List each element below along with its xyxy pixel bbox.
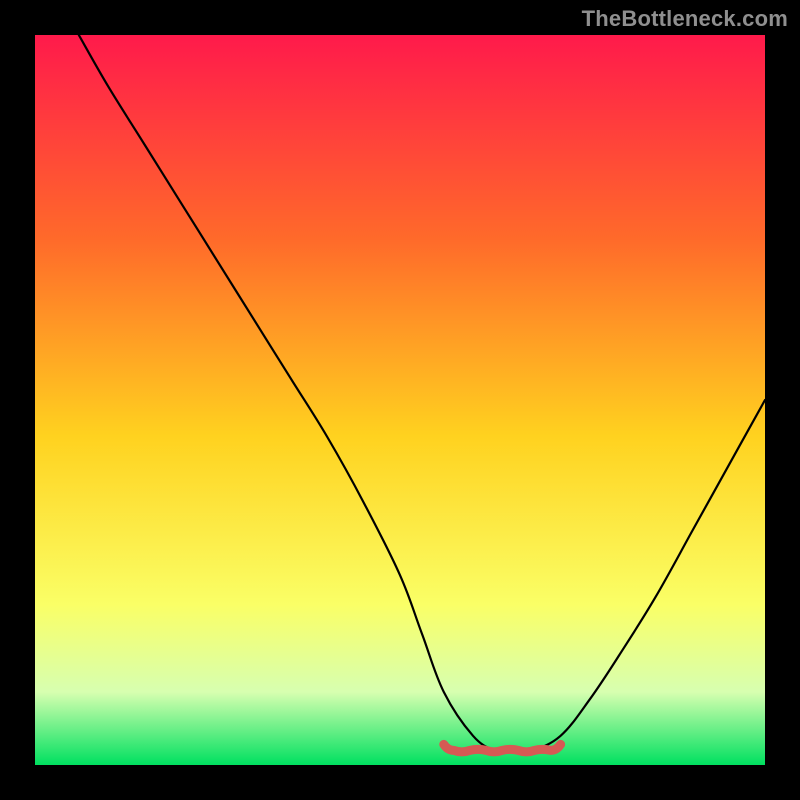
plot-area: [35, 35, 765, 765]
bottleneck-chart: [35, 35, 765, 765]
chart-frame: TheBottleneck.com: [0, 0, 800, 800]
watermark-text: TheBottleneck.com: [582, 6, 788, 32]
